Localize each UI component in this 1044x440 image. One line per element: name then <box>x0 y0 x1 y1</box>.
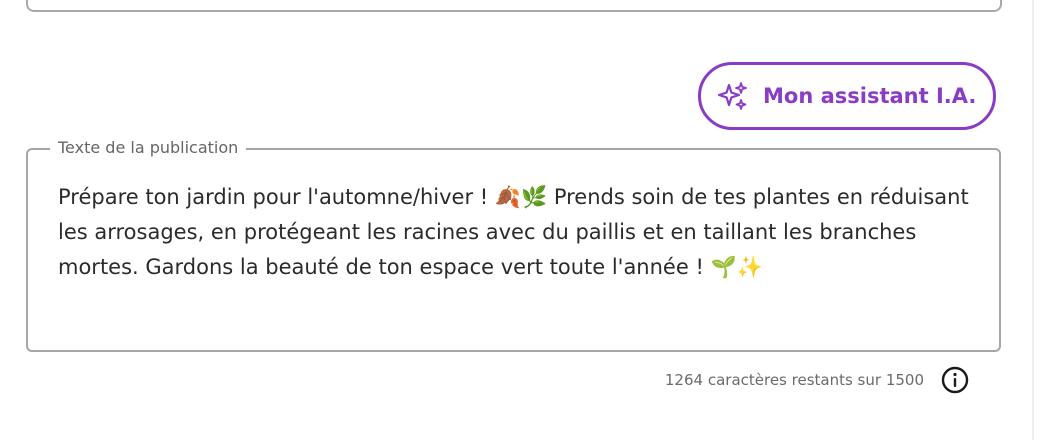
sparkles-icon <box>717 80 749 112</box>
ai-assistant-label: Mon assistant I.A. <box>763 84 977 108</box>
scrollbar-track <box>1032 0 1034 440</box>
post-text-field[interactable]: Texte de la publication Prépare ton jard… <box>26 138 1001 352</box>
ai-assistant-button[interactable]: Mon assistant I.A. <box>698 62 996 130</box>
post-text-input[interactable]: Prépare ton jardin pour l'automne/hiver … <box>58 180 973 285</box>
post-text-label: Texte de la publication <box>50 138 247 158</box>
info-icon[interactable] <box>940 365 970 395</box>
character-counter: 1264 caractères restants sur 1500 <box>560 364 970 396</box>
previous-field-box[interactable] <box>26 0 1002 12</box>
character-counter-text: 1264 caractères restants sur 1500 <box>664 371 924 389</box>
page: Mon assistant I.A. Texte de la publicati… <box>0 0 1044 440</box>
